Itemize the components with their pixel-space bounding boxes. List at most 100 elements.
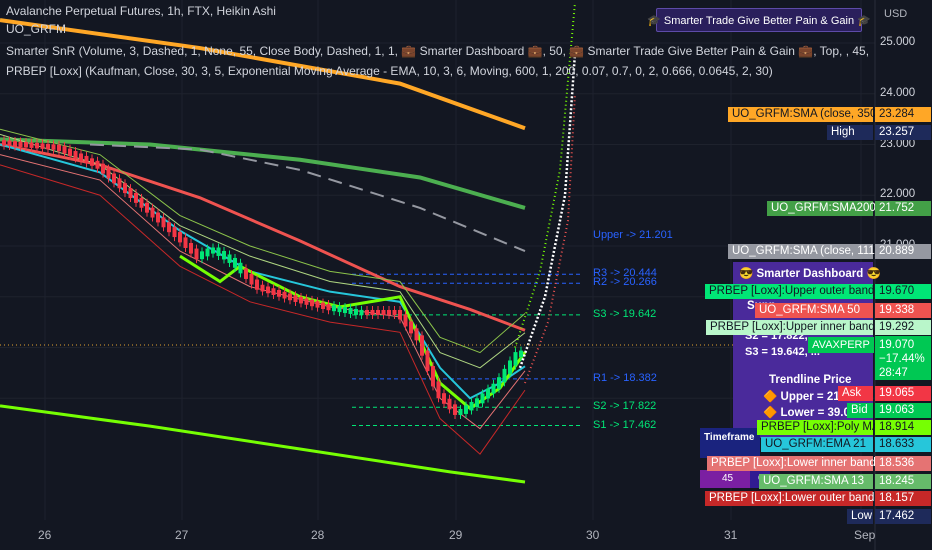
candle-body [321, 302, 325, 310]
candle-body [304, 298, 309, 305]
price-tick-label: 22.000 [880, 188, 916, 201]
candle-body [480, 393, 485, 404]
candle-body [101, 163, 105, 174]
candle-body [502, 368, 507, 383]
snr-level-label: Upper -> 21.201 [593, 228, 673, 241]
snr-level-label: R2 -> 20.266 [593, 276, 657, 289]
price-tag-value: 18.536 [875, 456, 931, 471]
candle-body [464, 405, 468, 414]
candle-body [299, 296, 303, 304]
candle-body [376, 309, 380, 315]
candle-body [326, 304, 331, 311]
candle-body [172, 227, 177, 238]
candle-body [414, 328, 419, 341]
candle-body [359, 309, 364, 315]
last-price-box: 19.070 −17.44% 28:47 [875, 336, 931, 380]
price-tag-name: UO_GRFM:SMA 50 [755, 303, 873, 318]
candle-body [73, 151, 78, 159]
price-tag-value: 18.157 [875, 491, 931, 506]
price-tag-name: PRBEP [Loxx]:Lower inner band [707, 456, 876, 471]
time-tick-label: 27 [175, 528, 189, 542]
candle-body [431, 366, 435, 387]
price-tag-name: PRBEP [Loxx]:Poly MA [757, 420, 880, 435]
candle-body [183, 237, 188, 248]
candle-body [112, 173, 116, 184]
price-tag-value: 19.292 [875, 320, 931, 335]
time-tick-label: Sep [854, 528, 876, 542]
price-tag-value: 19.063 [875, 403, 931, 418]
candle-body [365, 309, 369, 315]
candle-body [106, 168, 111, 179]
candle-body [84, 155, 89, 164]
price-tag-name: Low [847, 509, 873, 524]
snr-level-label: S3 -> 19.642 [593, 307, 657, 320]
candle-body [134, 192, 138, 203]
candle-body [519, 350, 523, 358]
indicator-prbep[interactable]: PRBEP [Loxx] (Kaufman, Close, 30, 3, 5, … [6, 64, 868, 80]
candle-body [497, 377, 501, 389]
candle-body [13, 141, 17, 147]
price-tag-value: 19.338 [875, 303, 931, 318]
candle-body [211, 247, 215, 254]
candle-body [194, 248, 199, 260]
candle-body [145, 202, 149, 213]
candle-body [216, 247, 221, 256]
candle-body [271, 288, 276, 295]
candle-body [2, 140, 6, 146]
candle-body [425, 350, 430, 372]
candle-body [491, 383, 496, 394]
snr-level-label: S2 -> 17.822 [593, 400, 657, 413]
candle-body [508, 360, 512, 374]
time-tick-label: 28 [311, 528, 325, 542]
candle-body [398, 309, 402, 320]
time-tick-label: 30 [586, 528, 600, 542]
snr-level-label: S1 -> 17.462 [593, 418, 657, 431]
candle-body [293, 295, 298, 302]
candle-body [260, 284, 265, 292]
candle-body [392, 309, 397, 315]
candle-body [51, 144, 56, 150]
price-tick-label: 25.000 [880, 36, 916, 48]
candle-body [348, 308, 353, 314]
price-tag-name: Ask [838, 386, 873, 401]
candle-body [62, 146, 67, 154]
price-change: −17.44% [879, 353, 925, 365]
price-tag-name: UO_GRFM:EMA 21 [761, 437, 873, 452]
candle-body [458, 408, 463, 415]
candle-body [24, 141, 28, 148]
candle-body [453, 404, 457, 415]
last-price: 19.070 [879, 339, 915, 351]
candle-body [189, 242, 193, 254]
candle-body [117, 178, 122, 189]
candle-body [310, 299, 314, 307]
candle-body [29, 142, 34, 148]
dashboard-title: 😎 Smarter Dashboard 😎 [739, 268, 881, 280]
price-tag-value: 18.245 [875, 474, 931, 489]
candle-body [337, 306, 342, 313]
candle-body [315, 301, 320, 308]
price-tag-value: 19.670 [875, 284, 931, 299]
candle-body [233, 257, 237, 268]
price-tag-name: UO_GRFM:SMA (close, 111) [728, 244, 879, 259]
candle-body [436, 381, 441, 399]
bar-countdown: 28:47 [879, 367, 908, 379]
candle-body [95, 160, 100, 169]
candle-body [238, 262, 243, 274]
snr-level-label: R1 -> 18.382 [593, 371, 657, 384]
indicator-smarter-snr[interactable]: Smarter SnR (Volume, 3, Dashed, 1, None,… [6, 44, 868, 60]
price-tag-value: 23.257 [875, 125, 931, 140]
candle-body [200, 251, 204, 260]
candle-body [57, 144, 61, 152]
candle-body [161, 217, 166, 228]
candle-body [442, 393, 446, 404]
candle-body [277, 289, 281, 297]
price-tag-value: 20.889 [875, 244, 931, 259]
candle-body [167, 222, 171, 233]
symbol-label: AVAXPERP [808, 337, 874, 353]
candle-body [128, 188, 133, 198]
price-tag-value: 18.633 [875, 437, 931, 452]
candle-body [381, 309, 386, 315]
candle-body [156, 212, 160, 223]
candle-body [282, 291, 287, 299]
price-tag-name: UO_GRFM:SMA (close, 350) [728, 107, 880, 122]
